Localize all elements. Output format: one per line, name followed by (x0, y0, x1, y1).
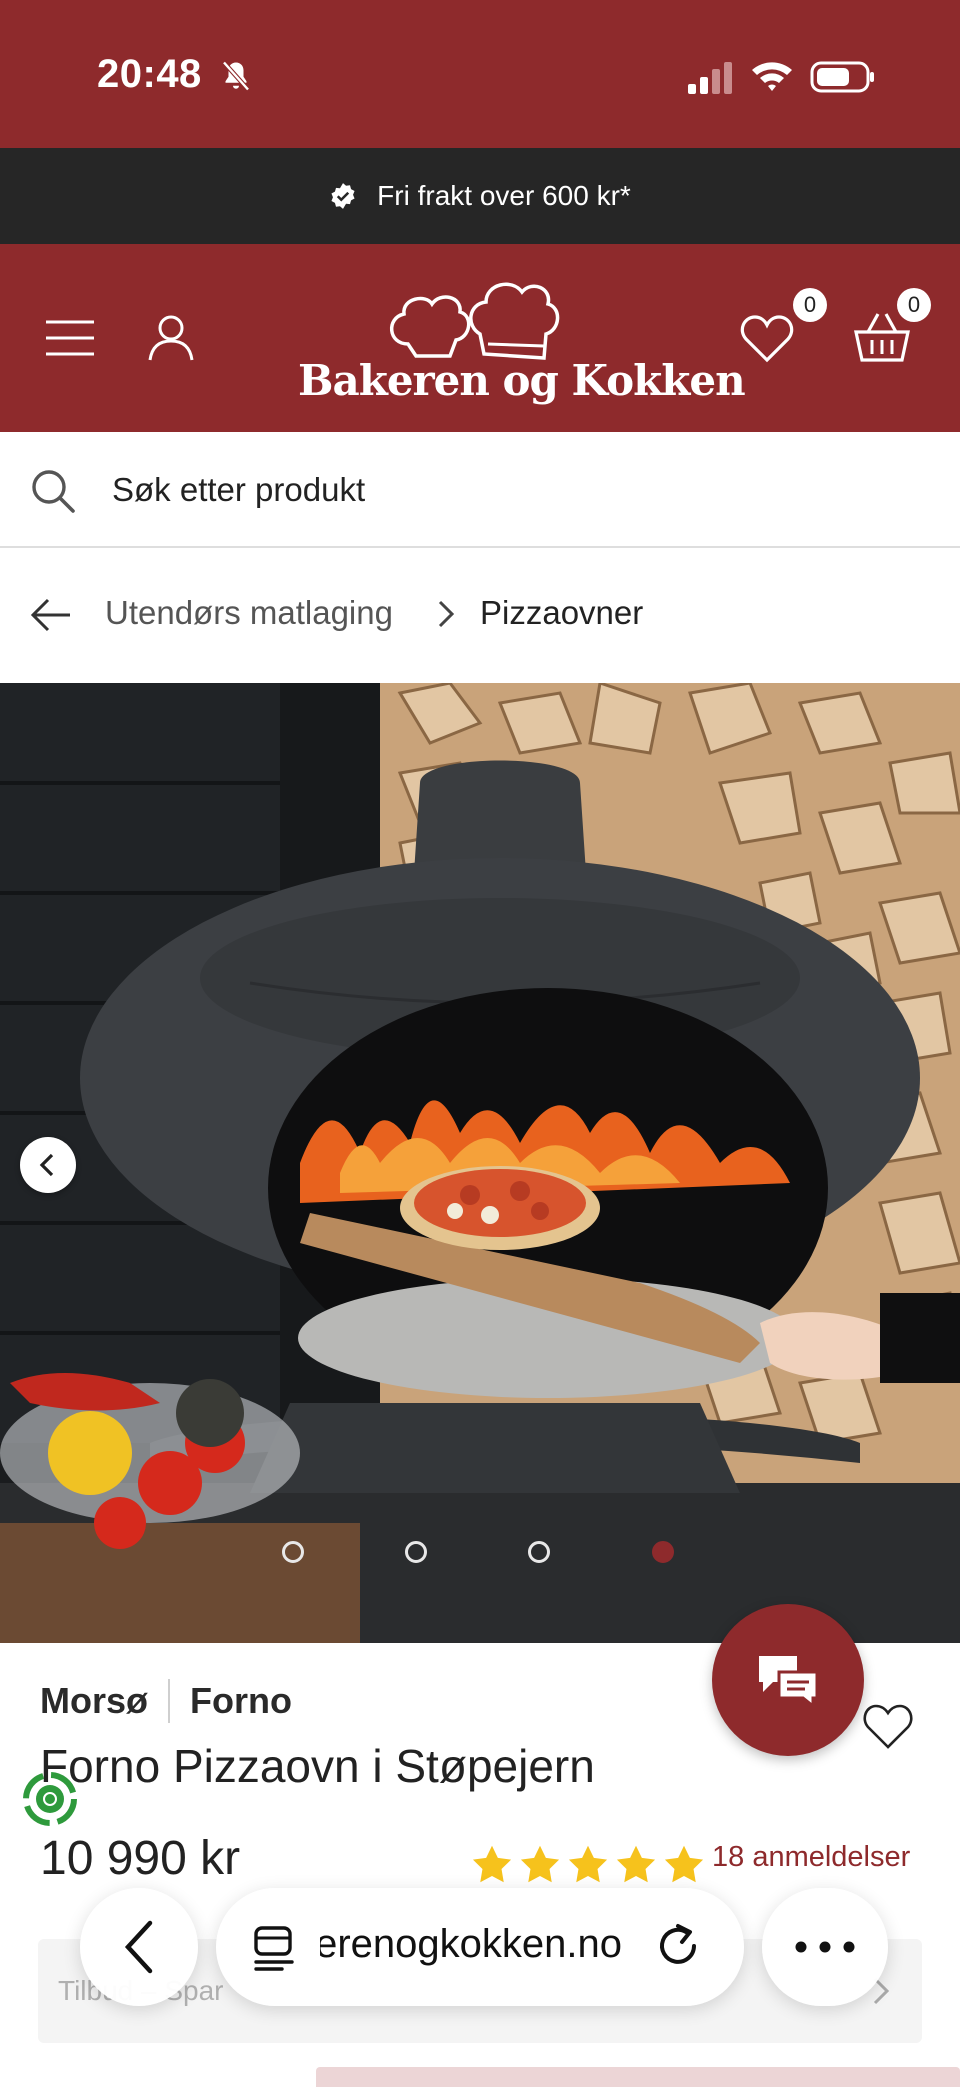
battery-icon (810, 61, 874, 93)
chevron-left-icon (39, 1153, 54, 1177)
chat-button[interactable] (712, 1604, 864, 1756)
address-bar[interactable]: bakerenogkokken.no (216, 1888, 744, 2006)
product-title: Forno Pizzaovn i Støpejern (40, 1740, 595, 1792)
gallery-dot-2[interactable] (405, 1541, 427, 1563)
brand-divider (168, 1679, 170, 1723)
chevron-right-icon (438, 600, 455, 628)
product-price: 10 990 kr (40, 1832, 241, 1885)
tabs-icon[interactable] (250, 1924, 298, 1972)
add-to-wishlist-heart-icon[interactable] (862, 1703, 914, 1751)
add-to-cart-strip[interactable] (316, 2067, 960, 2087)
promo-text: Fri frakt over 600 kr* (377, 180, 631, 211)
verified-check-icon (331, 183, 355, 209)
eco-badge-icon[interactable] (16, 1765, 84, 1833)
gallery-dot-3[interactable] (528, 1541, 550, 1563)
status-bar: 20:48 (0, 0, 960, 148)
search-bar (0, 432, 960, 548)
search-input[interactable] (112, 460, 912, 520)
free-shipping-banner: Fri frakt over 600 kr* (0, 148, 960, 244)
browser-back-button[interactable] (80, 1888, 198, 2006)
chevron-left-icon (124, 1920, 153, 1974)
status-time: 20:48 (97, 52, 202, 96)
chat-bubbles-icon (759, 1656, 819, 1708)
gallery-prev-button[interactable] (20, 1137, 76, 1193)
more-dots-icon (795, 1941, 855, 1953)
gallery-dot-1[interactable] (282, 1541, 304, 1563)
breadcrumb-current-pizza-ovens: Pizzaovner (480, 594, 644, 631)
gallery-dots (280, 1541, 680, 1571)
bell-slash-icon (222, 61, 250, 91)
brand-row: Morsø Forno (40, 1679, 292, 1723)
arrow-left-icon[interactable] (30, 594, 72, 636)
reload-icon[interactable] (652, 1920, 704, 1972)
product-series[interactable]: Forno (190, 1680, 292, 1722)
wishlist-heart-icon[interactable] (740, 314, 794, 364)
hamburger-menu-icon[interactable] (44, 316, 96, 360)
gallery-dot-4[interactable] (652, 1541, 674, 1563)
logo-text[interactable]: Bakeren og Kokken (298, 356, 746, 405)
search-icon[interactable] (30, 468, 76, 514)
account-icon[interactable] (146, 312, 196, 362)
breadcrumb: Utendørs matlaging Pizzaovner (0, 550, 960, 680)
cart-count-badge: 0 (897, 288, 931, 322)
browser-more-button[interactable] (762, 1888, 888, 2006)
cellular-signal-icon (688, 62, 732, 94)
wifi-icon (752, 62, 792, 91)
shopping-basket-icon[interactable] (854, 310, 910, 364)
wishlist-count-badge: 0 (793, 288, 827, 322)
site-header: Bakeren og Kokken 0 0 (0, 244, 960, 432)
browser-toolbar: bakerenogkokken.no (0, 1880, 960, 2020)
url-text: bakerenogkokken.no (320, 1922, 622, 1966)
product-brand[interactable]: Morsø (40, 1680, 148, 1722)
reviews-link[interactable]: 18 anmeldelser (712, 1841, 910, 1874)
pizza-oven-product-image: morsø (0, 683, 960, 1643)
product-image-gallery[interactable]: morsø (0, 683, 960, 1643)
breadcrumb-link-outdoor-cooking[interactable]: Utendørs matlaging (105, 594, 393, 632)
